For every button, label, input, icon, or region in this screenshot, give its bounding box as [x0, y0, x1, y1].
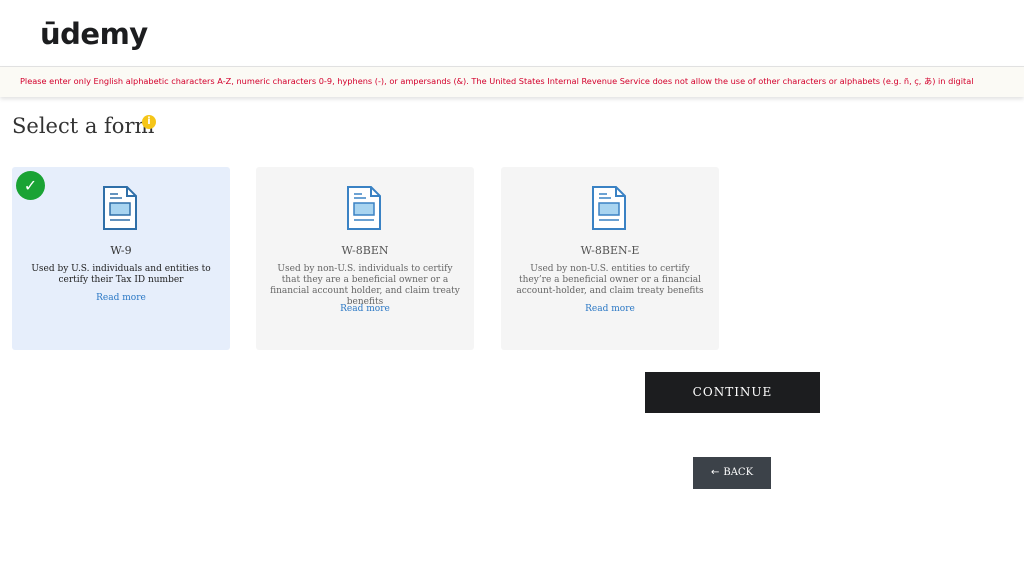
- form-description: Used by U.S. individuals and entities to…: [31, 264, 211, 285]
- form-name: W-8BEN-E: [580, 244, 640, 257]
- form-card-w8ben[interactable]: W-8BEN Used by non-U.S. individuals to c…: [256, 167, 474, 350]
- read-more-link[interactable]: Read more: [256, 304, 474, 314]
- form-card-w9[interactable]: ✓ W-9 Used by U.S. individuals and entit…: [12, 167, 230, 350]
- warning-text: Please enter only English alphabetic cha…: [20, 76, 974, 86]
- form-description: Used by non-U.S. entities to certify the…: [516, 264, 704, 296]
- form-description: Used by non-U.S. individuals to certify …: [270, 264, 460, 307]
- header: ūdemy: [0, 0, 1024, 67]
- continue-button[interactable]: CONTINUE: [645, 372, 820, 413]
- back-button[interactable]: ← BACK: [693, 457, 771, 489]
- form-card-w8ben-e[interactable]: W-8BEN-E Used by non-U.S. entities to ce…: [501, 167, 719, 350]
- form-name: W-8BEN: [341, 244, 389, 257]
- arrow-left-icon: ←: [710, 467, 720, 478]
- read-more-link[interactable]: Read more: [12, 293, 230, 303]
- document-icon: [347, 186, 381, 230]
- read-more-link[interactable]: Read more: [501, 304, 719, 314]
- document-icon: [592, 186, 626, 230]
- logo-text: ūdemy: [40, 17, 148, 51]
- form-name: W-9: [110, 244, 132, 257]
- document-icon: [103, 186, 137, 230]
- character-warning-banner: Please enter only English alphabetic cha…: [0, 67, 1024, 97]
- info-icon[interactable]: i: [142, 115, 156, 129]
- check-icon: ✓: [16, 171, 45, 200]
- back-label: BACK: [723, 467, 754, 478]
- udemy-logo[interactable]: ūdemy: [40, 14, 148, 54]
- page-title: Select a form: [12, 114, 155, 138]
